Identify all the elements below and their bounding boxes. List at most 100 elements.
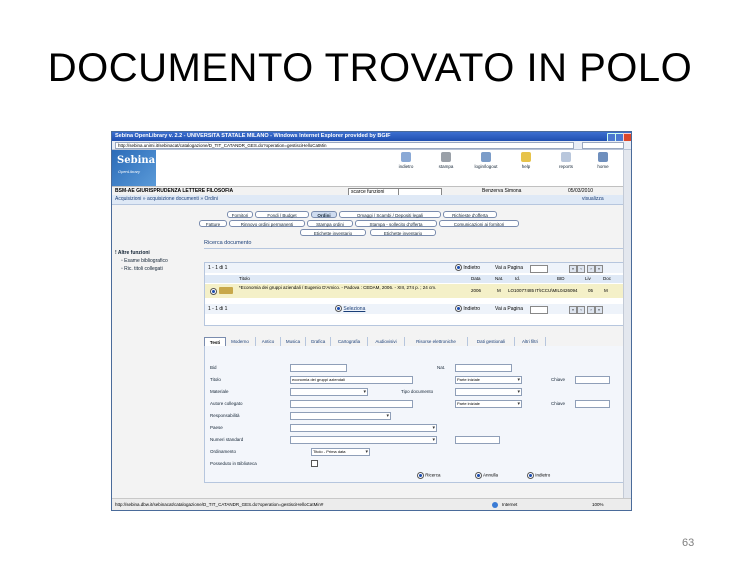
row-nat: M <box>497 288 501 293</box>
toolbar-reports[interactable]: reports <box>549 152 583 169</box>
tab-moderno[interactable]: Moderno <box>225 337 256 346</box>
zoom-level[interactable]: 100% <box>592 499 604 510</box>
annulla-button[interactable]: Annulla <box>475 472 498 479</box>
nav-rinnovo-ordini[interactable]: Rinnovo ordini permanenti <box>229 220 305 227</box>
tab-musica[interactable]: Musica <box>281 337 306 346</box>
titolo-match-select[interactable]: Parte iniziale <box>455 376 522 384</box>
tipo-documento-select[interactable] <box>455 388 522 396</box>
col-data[interactable]: Data <box>471 275 481 283</box>
tab-grafica[interactable]: Grafica <box>306 337 331 346</box>
bid-input[interactable] <box>290 364 347 372</box>
nav-richieste-offerta[interactable]: Richieste d'offerta <box>443 211 497 218</box>
col-titolo[interactable]: Titolo <box>239 275 250 283</box>
nat-input[interactable] <box>455 364 512 372</box>
toolbar-label: stampa <box>438 164 454 169</box>
globe-icon <box>492 502 498 508</box>
numero-standard-input[interactable] <box>455 436 500 444</box>
col-liv[interactable]: Liv <box>585 275 591 283</box>
page-number: 63 <box>682 537 695 549</box>
radio-label: Indietro <box>463 306 481 312</box>
label-tipo-documento: Tipo documento <box>401 389 434 394</box>
responsabilita-select[interactable] <box>290 412 391 420</box>
ordinamento-select[interactable]: Titolo - Prima data <box>311 448 370 456</box>
address-input[interactable]: http://sebina.unimi.it/sebinacat/catalog… <box>115 142 574 149</box>
toolbar-login[interactable]: login/logout <box>469 152 503 169</box>
autore-input[interactable] <box>290 400 413 408</box>
nav-stampa-sollecito[interactable]: Stampa - sollecito d'offerta <box>355 220 437 227</box>
first-page-icon[interactable]: « <box>569 265 577 273</box>
page-number-input[interactable] <box>530 265 548 273</box>
toolbar-help[interactable]: help <box>509 152 543 169</box>
row-doc: M <box>604 288 608 293</box>
row-select-radio[interactable] <box>210 288 217 295</box>
window-title: Sebina OpenLibrary v. 2.2 - UNIVERSITA S… <box>112 132 631 141</box>
radio-indietro-bottom[interactable]: Indietro <box>455 304 480 314</box>
nav-etichette-1[interactable]: Etichette inventario <box>300 229 366 236</box>
toolbar-home[interactable]: home <box>586 152 620 169</box>
main-title: Ricerca documento <box>204 240 252 246</box>
sidebar-header: ! Altre funzioni <box>115 249 201 257</box>
nav-omaggi[interactable]: Omaggi / Scambi / Depositi legali <box>339 211 441 218</box>
col-id[interactable]: Id. <box>515 275 520 283</box>
seleziona-label: Seleziona <box>343 306 366 312</box>
titolo-input[interactable]: economia dei gruppi aziendali <box>290 376 413 384</box>
nav-fondi-budget[interactable]: Fondi / Budget <box>255 211 309 218</box>
nav-fatture[interactable]: Fatture <box>199 220 227 227</box>
autore-match-select[interactable]: Parte iniziale <box>455 400 522 408</box>
nav-fornitori[interactable]: Fornitori <box>227 211 253 218</box>
tab-audiovisivi[interactable]: Audiovisivi <box>368 337 405 346</box>
logo-text: Sebina <box>117 155 156 166</box>
toolbar-back[interactable]: indietro <box>389 152 423 169</box>
row-bid: IT\ICCU\MIL0426094 <box>535 288 578 293</box>
results-pager-top: 1 - 1 di 1 Indietro Vai a Pagina « ‹ › » <box>205 263 625 273</box>
first-page-icon[interactable]: « <box>569 306 577 314</box>
browser-search-input[interactable] <box>582 142 624 149</box>
toolbar-label: login/logout <box>474 164 498 169</box>
tab-antico[interactable]: Antico <box>256 337 281 346</box>
col-bid[interactable]: BID <box>557 275 565 283</box>
prev-page-icon[interactable]: ‹ <box>577 265 585 273</box>
nav-etichette-2[interactable]: Etichette inventario <box>370 229 436 236</box>
posseduto-checkbox[interactable] <box>311 460 318 467</box>
sidebar-item-titoli-collegati[interactable]: ▫ Ric. titoli collegati <box>115 265 201 273</box>
nav-ordini[interactable]: Ordini <box>311 211 337 218</box>
results-counter: 1 - 1 di 1 <box>208 306 228 312</box>
col-nat[interactable]: Nat. <box>495 275 503 283</box>
numeri-standard-select[interactable] <box>290 436 437 444</box>
ricerca-button[interactable]: Ricerca <box>417 472 441 479</box>
login-icon <box>481 152 491 162</box>
vertical-scrollbar[interactable] <box>623 150 631 498</box>
toolbar-label: indietro <box>398 164 414 169</box>
chiave-1-input[interactable] <box>575 376 610 384</box>
next-page-icon[interactable]: › <box>587 265 595 273</box>
col-doc[interactable]: Doc <box>603 275 611 283</box>
next-page-icon[interactable]: › <box>587 306 595 314</box>
tab-dati-gestionali[interactable]: Dati gestionali <box>468 337 515 346</box>
nav-comunicazioni[interactable]: Comunicazioni ai fornitori <box>439 220 519 227</box>
sidebar-item-esame[interactable]: ▫ Esame bibliografico <box>115 257 201 265</box>
ricerca-label: Ricerca <box>425 472 441 478</box>
seleziona-link[interactable]: Seleziona <box>335 304 365 314</box>
toolbar-print[interactable]: stampa <box>429 152 463 169</box>
toolbar-label: reports <box>558 164 573 169</box>
visualizza-link[interactable]: visualizza <box>582 195 604 204</box>
tab-risorse-elettroniche[interactable]: Risorse elettroniche <box>405 337 468 346</box>
last-page-icon[interactable]: » <box>595 306 603 314</box>
paese-select[interactable] <box>290 424 437 432</box>
tab-cartografia[interactable]: Cartografia <box>331 337 368 346</box>
radio-indietro[interactable]: Indietro <box>455 263 480 273</box>
tab-altri-filtri[interactable]: Altri filtri <box>515 337 546 346</box>
goto-page-label: Vai a Pagina <box>495 306 523 312</box>
indietro-button[interactable]: Indietro <box>527 472 550 479</box>
slide-title: DOCUMENTO TROVATO IN POLO <box>47 46 693 90</box>
label-nat: Nat. <box>437 365 446 370</box>
page-number-input[interactable] <box>530 306 548 314</box>
chiave-2-input[interactable] <box>575 400 610 408</box>
label-posseduto: Posseduto in Biblioteca <box>210 461 257 466</box>
prev-page-icon[interactable]: ‹ <box>577 306 585 314</box>
nav-stampa-ordini[interactable]: Stampa ordini <box>307 220 353 227</box>
table-row[interactable]: *Economia dei gruppi aziendali / Eugenio… <box>205 284 625 298</box>
label-chiave-2: Chiave <box>551 401 566 406</box>
materiale-select[interactable] <box>290 388 368 396</box>
last-page-icon[interactable]: » <box>595 265 603 273</box>
